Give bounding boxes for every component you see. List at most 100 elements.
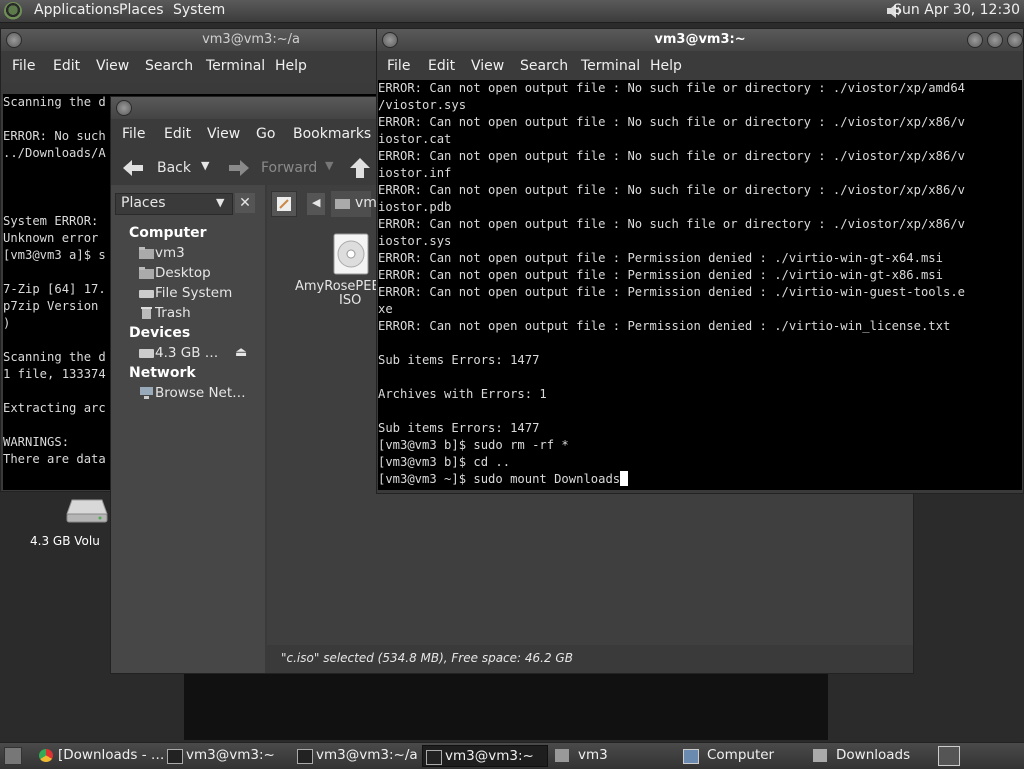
close-button[interactable] xyxy=(1007,32,1023,48)
menu-view[interactable]: View xyxy=(96,58,129,74)
menu-terminal[interactable]: Terminal xyxy=(581,58,640,74)
menu-help[interactable]: Help xyxy=(275,58,307,74)
menu-view[interactable]: View xyxy=(471,58,504,74)
forward-label: Forward xyxy=(261,160,318,176)
sidebar: Places ▼ ✕ Computer vm3 Desktop File Sys… xyxy=(111,185,265,673)
terminal-line: iostor.inf xyxy=(378,166,452,180)
sidebar-item-vm3[interactable]: vm3 xyxy=(155,245,185,261)
home-folder-icon xyxy=(139,247,154,259)
status-bar: "c.iso" selected (534.8 MB), Free space:… xyxy=(267,645,913,673)
chevron-down-icon: ▼ xyxy=(216,196,225,209)
path-button-label: vm xyxy=(355,195,377,211)
menu-edit[interactable]: Edit xyxy=(53,58,80,74)
terminal-output[interactable]: ERROR: Can not open output file : No suc… xyxy=(378,80,1022,490)
path-button-home[interactable]: vm xyxy=(331,191,377,217)
eject-icon[interactable]: ⏏ xyxy=(235,345,247,360)
terminal-line: iostor.cat xyxy=(378,132,452,146)
menu-go[interactable]: Go xyxy=(256,126,275,142)
up-arrow-icon[interactable] xyxy=(349,157,371,179)
forward-dropdown-icon[interactable]: ▼ xyxy=(325,159,333,172)
maximize-button[interactable] xyxy=(987,32,1003,48)
minimize-button[interactable] xyxy=(967,32,983,48)
desktop-folder-icon xyxy=(139,267,154,279)
drive-icon[interactable] xyxy=(66,498,108,524)
taskbar-item-computer[interactable]: Computer xyxy=(680,745,808,767)
sidebar-item-volume[interactable]: 4.3 GB … xyxy=(155,345,218,361)
menu-help[interactable]: Help xyxy=(650,58,682,74)
menu-view[interactable]: View xyxy=(207,126,240,142)
forward-button[interactable]: Forward ▼ xyxy=(229,155,339,181)
menu-search[interactable]: Search xyxy=(520,58,568,74)
menu-file[interactable]: File xyxy=(12,58,35,74)
menu-terminal[interactable]: Terminal xyxy=(206,58,265,74)
clock[interactable]: Sun Apr 30, 12:30 xyxy=(893,2,1020,18)
terminal-line: [vm3@vm3 b]$ cd .. xyxy=(378,455,511,469)
back-button[interactable]: Back ▼ xyxy=(121,155,219,181)
terminal-line: ERROR: Can not open output file : No suc… xyxy=(378,183,965,197)
menu-bookmarks[interactable]: Bookmarks xyxy=(293,126,371,142)
terminal-line: xe xyxy=(378,302,393,316)
sidebar-item-trash[interactable]: Trash xyxy=(155,305,191,321)
home-folder-icon xyxy=(335,199,350,209)
taskbar-item-downloads[interactable]: Downloads xyxy=(810,745,936,767)
terminal-line: iostor.sys xyxy=(378,234,452,248)
sidebar-section-computer: Computer xyxy=(129,225,207,241)
show-desktop-icon[interactable] xyxy=(4,747,22,765)
places-menu[interactable]: Places xyxy=(119,2,164,18)
taskbar-item-terminal-1[interactable]: vm3@vm3:~ xyxy=(164,745,290,767)
sidebar-item-file-system[interactable]: File System xyxy=(155,285,232,301)
places-selector[interactable]: Places ▼ xyxy=(115,193,233,215)
sidebar-item-browse-network[interactable]: Browse Net… xyxy=(155,385,246,401)
menu-search[interactable]: Search xyxy=(145,58,193,74)
window-title: vm3@vm3:~/a xyxy=(202,32,300,47)
sidebar-section-network: Network xyxy=(129,365,196,381)
back-dropdown-icon[interactable]: ▼ xyxy=(201,159,209,172)
terminal-line: [vm3@vm3 ~]$ sudo mount Downloads xyxy=(378,471,1022,488)
menu-file[interactable]: File xyxy=(387,58,410,74)
terminal-window-home[interactable]: vm3@vm3:~ File Edit View Search Terminal… xyxy=(376,28,1024,494)
applications-menu[interactable]: Applications xyxy=(34,2,120,18)
menu-edit[interactable]: Edit xyxy=(428,58,455,74)
path-left-button[interactable]: ◀ xyxy=(307,193,325,215)
chevron-left-icon: ◀ xyxy=(312,196,321,209)
system-menu[interactable]: System xyxy=(173,2,225,18)
terminal-icon xyxy=(167,749,183,764)
text-cursor xyxy=(620,471,629,486)
taskbar-item-terminal-home[interactable]: vm3@vm3:~ xyxy=(422,745,548,767)
harddisk-icon xyxy=(139,290,154,298)
terminal-icon xyxy=(297,749,313,764)
terminal-line: /viostor.sys xyxy=(378,98,467,112)
title-bar[interactable]: vm3@vm3:~/a xyxy=(1,29,381,51)
menu-edit[interactable]: Edit xyxy=(164,126,191,142)
network-icon xyxy=(140,387,153,399)
terminal-line: ERROR: Can not open output file : No suc… xyxy=(378,115,965,129)
window-title: vm3@vm3:~ xyxy=(654,32,746,47)
terminal-line: ERROR: Can not open output file : Permis… xyxy=(378,285,965,299)
close-sidebar-button[interactable]: ✕ xyxy=(235,193,255,213)
chrome-icon xyxy=(39,749,53,762)
terminal-line: iostor.pdb xyxy=(378,200,452,214)
title-bar[interactable]: vm3@vm3:~ xyxy=(377,29,1023,51)
window-menu-button[interactable] xyxy=(6,32,22,48)
terminal-line: Sub items Errors: 1477 xyxy=(378,353,540,367)
terminal-line: Sub items Errors: 1477 xyxy=(378,421,540,435)
gnome-logo-icon[interactable] xyxy=(4,2,22,20)
terminal-line: Archives with Errors: 1 xyxy=(378,387,547,401)
terminal-line: ERROR: Can not open output file : No suc… xyxy=(378,149,965,163)
taskbar-item-vm3[interactable]: vm3 xyxy=(552,745,678,767)
file-name-line1[interactable]: AmyRosePEB xyxy=(295,279,380,294)
terminal-line: ERROR: Can not open output file : Permis… xyxy=(378,268,943,282)
menu-file[interactable]: File xyxy=(122,126,145,142)
home-folder-icon xyxy=(555,749,569,762)
terminal-line: ERROR: Can not open output file : No suc… xyxy=(378,81,965,95)
window-menu-button[interactable] xyxy=(116,100,132,116)
sidebar-item-desktop[interactable]: Desktop xyxy=(155,265,211,281)
edit-location-button[interactable] xyxy=(271,191,297,217)
file-name-line2[interactable]: ISO xyxy=(339,293,361,308)
taskbar-item-terminal-a[interactable]: vm3@vm3:~/a xyxy=(294,745,420,767)
iso-file-icon[interactable] xyxy=(333,233,369,275)
terminal-line: ERROR: Can not open output file : No suc… xyxy=(378,217,965,231)
taskbar-item-downloads-browser[interactable]: [Downloads - … xyxy=(36,745,164,767)
workspace-switcher[interactable] xyxy=(938,746,960,766)
